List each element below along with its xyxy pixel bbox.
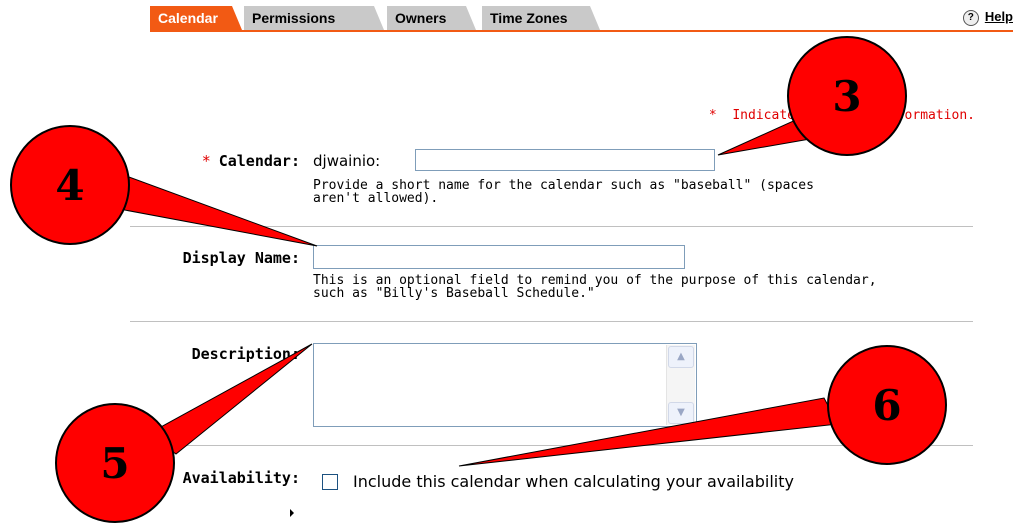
callout-5: 5 (55, 403, 175, 523)
callout-6: 6 (827, 345, 947, 465)
callout-3: 3 (787, 36, 907, 156)
callout-4-pointer (113, 176, 318, 247)
callout-5-pointer (147, 343, 313, 455)
callout-6-pointer (458, 397, 839, 467)
callout-4: 4 (10, 125, 130, 245)
